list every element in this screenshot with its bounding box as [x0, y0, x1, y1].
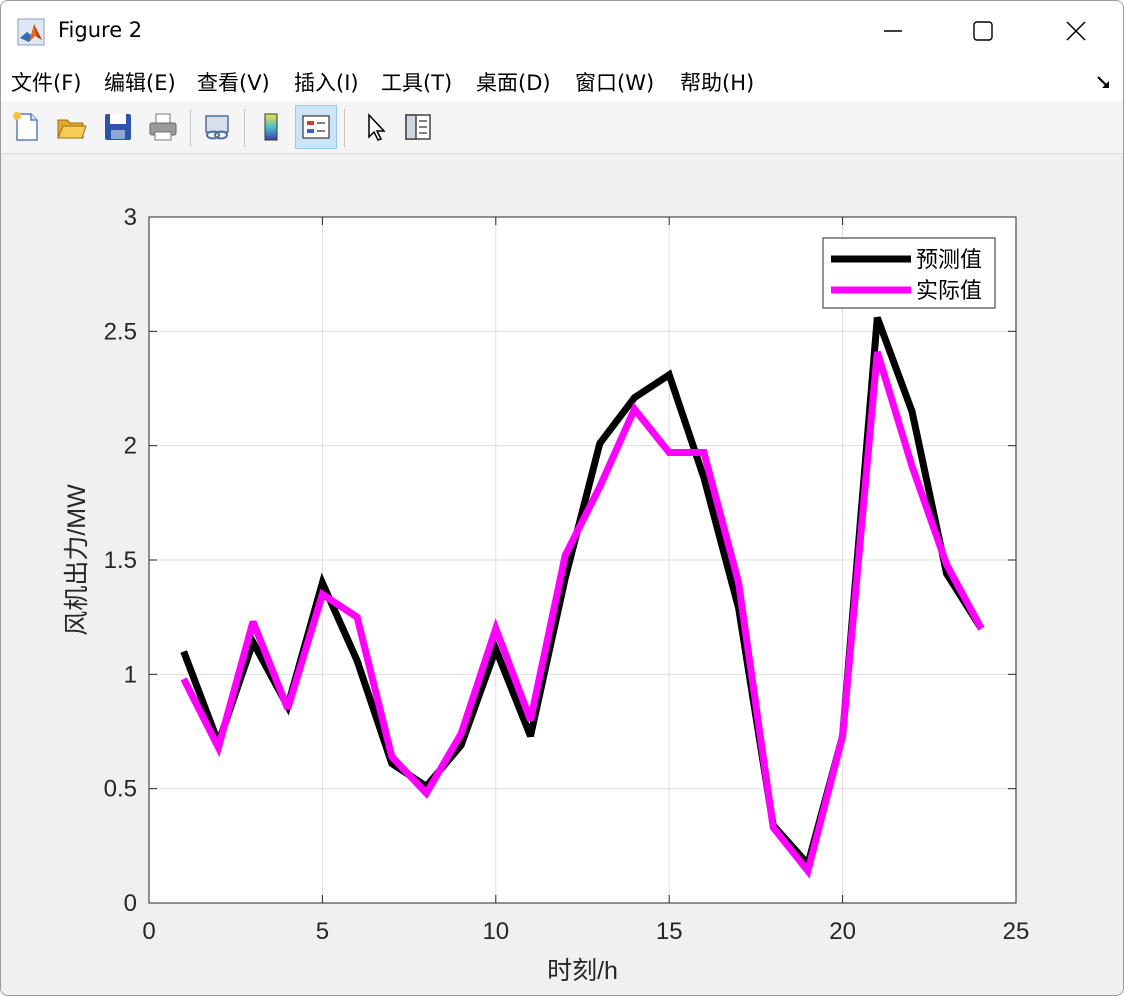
- toolbar-separator: [344, 109, 345, 147]
- line-chart[interactable]: 0 5 10 15 20 25 0 0.5 1 1.5 2 2.5 3 时刻/h 风机出力/MW 预测值实际值: [1, 154, 1123, 995]
- open-file-button[interactable]: [50, 105, 92, 149]
- save-icon: [105, 114, 131, 140]
- property-editor-icon: [405, 114, 431, 140]
- x-axis-label: 时刻/h: [547, 957, 618, 985]
- menu-file[interactable]: 文件(F): [11, 67, 81, 97]
- menu-view[interactable]: 查看(V): [197, 67, 270, 97]
- menu-help[interactable]: 帮助(H): [680, 67, 754, 97]
- x-tick-label: 5: [316, 918, 329, 945]
- new-figure-icon: [13, 112, 38, 141]
- colorbar-icon: [264, 113, 278, 141]
- y-tick-label: 1.5: [104, 547, 137, 574]
- x-tick-label: 10: [482, 918, 509, 945]
- print-icon: [149, 113, 177, 141]
- maximize-icon: [973, 21, 993, 41]
- menu-desktop[interactable]: 桌面(D): [476, 67, 551, 97]
- toolbar-separator: [244, 109, 245, 147]
- y-tick-label: 1: [124, 661, 137, 688]
- toolbar-separator: [190, 109, 191, 147]
- figure-toolbar: [1, 101, 1123, 154]
- menu-edit[interactable]: 编辑(E): [104, 67, 176, 97]
- legend-entry: 预测值: [916, 248, 982, 273]
- property-editor-button[interactable]: [397, 105, 439, 149]
- legend-icon: [302, 115, 330, 139]
- menu-insert[interactable]: 插入(I): [294, 67, 359, 97]
- menu-bar: 文件(F) 编辑(E) 查看(V) 插入(I) 工具(T) 桌面(D) 窗口(W…: [1, 61, 1123, 101]
- matlab-logo-icon: [17, 18, 45, 46]
- pointer-icon: [368, 113, 386, 141]
- legend-entry: 实际值: [916, 279, 982, 304]
- link-plot-icon: [205, 115, 229, 140]
- y-tick-label: 0: [124, 890, 137, 917]
- dock-figure-icon[interactable]: [1095, 73, 1113, 91]
- figure-canvas-area: 0 5 10 15 20 25 0 0.5 1 1.5 2 2.5 3 时刻/h 风机出力/MW 预测值实际值: [1, 154, 1123, 995]
- select-pointer-button[interactable]: [353, 105, 395, 149]
- legend-button[interactable]: [295, 105, 337, 149]
- figure-window: Figure 2 文件(F) 编辑(E) 查看(V) 插入(I) 工具(T) 桌…: [0, 0, 1124, 996]
- print-button[interactable]: [142, 105, 184, 149]
- menu-tools[interactable]: 工具(T): [381, 67, 452, 97]
- window-title: Figure 2: [58, 18, 143, 42]
- link-plot-button[interactable]: [196, 105, 238, 149]
- menu-window[interactable]: 窗口(W): [575, 67, 654, 97]
- x-tick-label: 25: [1003, 918, 1030, 945]
- new-figure-button[interactable]: [5, 105, 47, 149]
- y-tick-label: 2: [124, 433, 137, 460]
- minimize-button[interactable]: [847, 1, 939, 61]
- close-icon: [1066, 21, 1086, 41]
- minimize-icon: [884, 30, 902, 32]
- y-tick-label: 3: [124, 204, 137, 231]
- y-axis-label: 风机出力/MW: [63, 484, 91, 636]
- y-tick-label: 0.5: [104, 776, 137, 803]
- y-tick-label: 2.5: [104, 318, 137, 345]
- x-tick-label: 0: [142, 918, 155, 945]
- title-bar[interactable]: Figure 2: [1, 1, 1123, 61]
- x-tick-label: 20: [829, 918, 856, 945]
- open-file-icon: [57, 119, 87, 139]
- maximize-button[interactable]: [937, 1, 1029, 61]
- close-button[interactable]: [1030, 1, 1122, 61]
- colorbar-button[interactable]: [250, 105, 292, 149]
- x-tick-label: 15: [656, 918, 683, 945]
- save-button[interactable]: [97, 105, 139, 149]
